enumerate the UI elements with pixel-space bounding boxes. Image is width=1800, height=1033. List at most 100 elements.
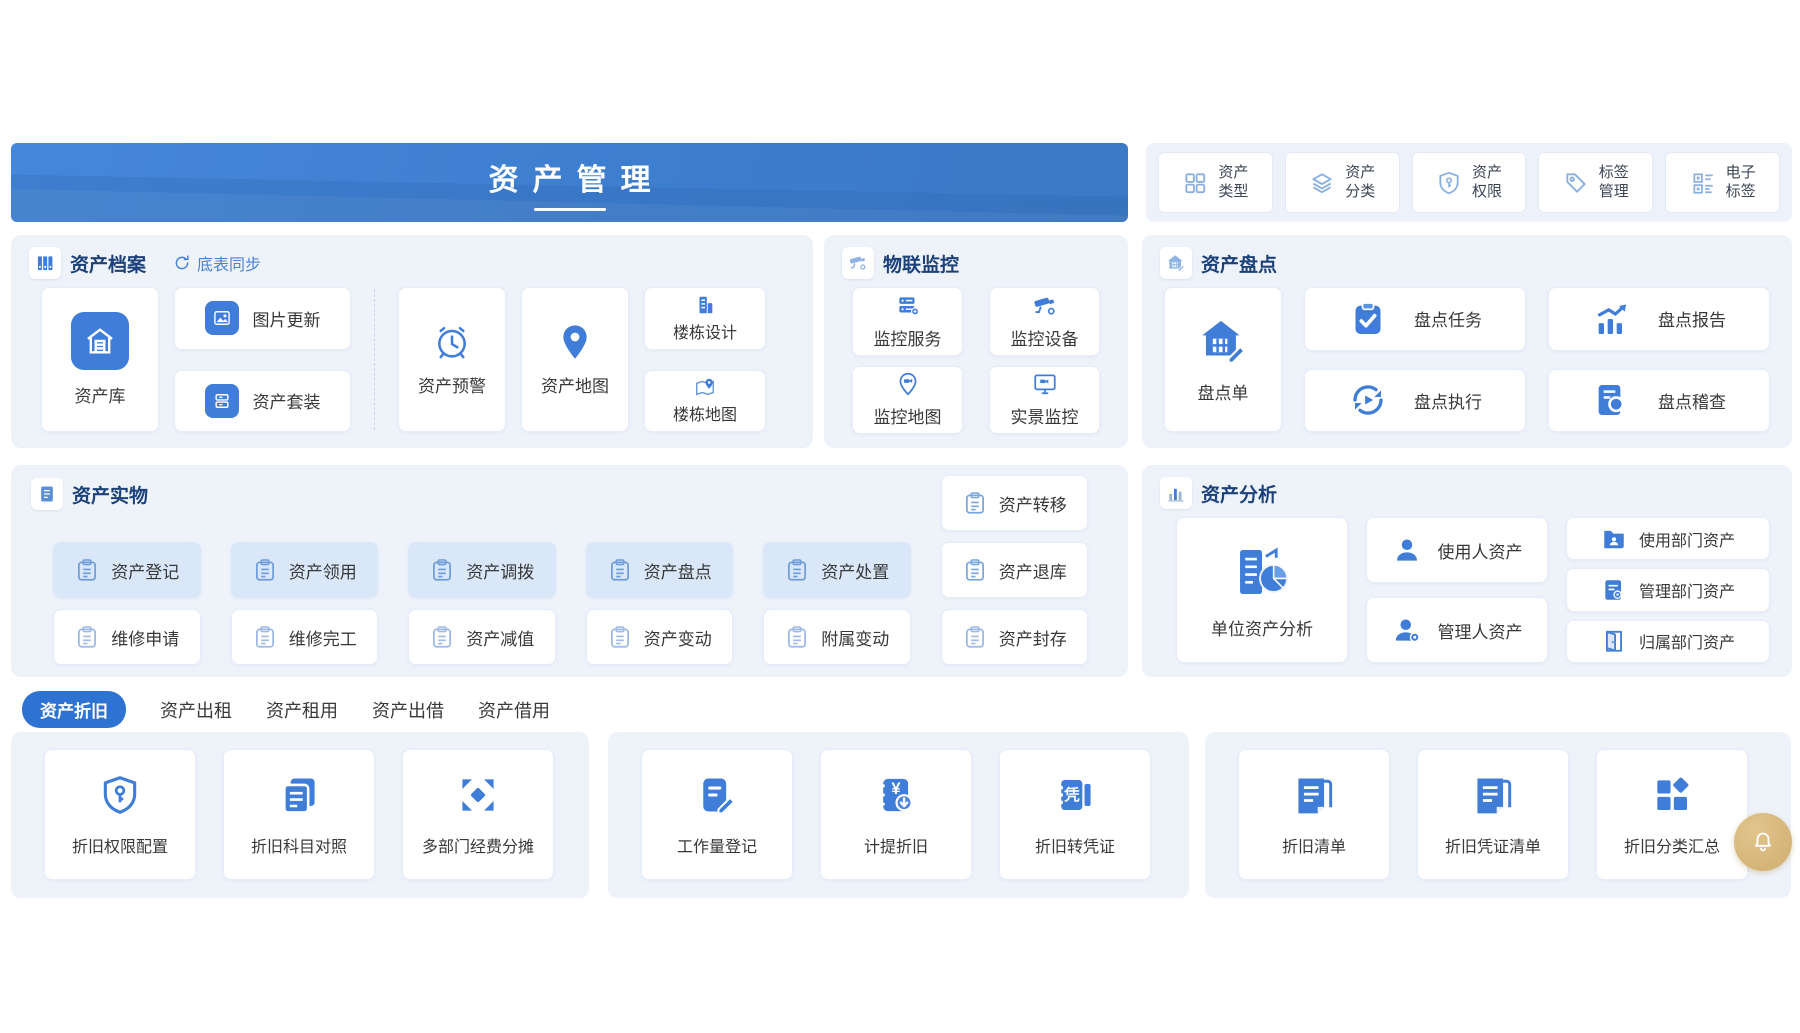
asset-permission-button[interactable]: 资产权限 [1412, 152, 1527, 213]
repair-done-card[interactable]: 维修完工 [231, 609, 379, 665]
workload-register-label: 工作量登记 [677, 833, 757, 857]
doc-gear-icon [1601, 577, 1627, 603]
building-design-card[interactable]: 楼栋设计 [644, 287, 766, 350]
asset-register-card[interactable]: 资产登记 [53, 542, 201, 598]
warehouse-icon [71, 312, 129, 370]
clipboard-icon [74, 557, 100, 583]
inventory-sheet-label: 盘点单 [1198, 379, 1249, 404]
monitor-map-card[interactable]: 监控地图 [852, 366, 963, 435]
tab-lend-out[interactable]: 资产出借 [372, 697, 444, 723]
asset-physical-panel: 资产实物 资产转移 资产登记 资产领用 资产调拨 资产盘点 资产处置 资产 [11, 465, 1128, 677]
accrue-depreciation-card[interactable]: ¥ 计提折旧 [820, 749, 972, 880]
asset-analysis-title: 资产分析 [1201, 480, 1277, 507]
repair-done-label: 维修完工 [289, 625, 357, 650]
accrue-depreciation-label: 计提折旧 [864, 833, 928, 857]
iot-monitor-title: 物联监控 [883, 250, 959, 277]
depreciation-list-card[interactable]: 折旧清单 [1238, 749, 1390, 880]
manage-dept-asset-card[interactable]: 管理部门资产 [1566, 568, 1770, 611]
inventory-task-label: 盘点任务 [1414, 306, 1482, 331]
voucher-list-card[interactable]: 折旧凭证清单 [1417, 749, 1569, 880]
asset-classify-button[interactable]: 资产分类 [1285, 152, 1400, 213]
monitor-service-card[interactable]: 监控服务 [852, 287, 963, 356]
asset-dispose-card[interactable]: 资产处置 [763, 542, 911, 598]
category-summary-card[interactable]: 折旧分类汇总 [1596, 749, 1748, 880]
user-icon [1392, 535, 1422, 565]
user-asset-label: 使用人资产 [1438, 538, 1523, 563]
asset-alert-card[interactable]: 资产预警 [398, 287, 506, 432]
repair-apply-card[interactable]: 维修申请 [53, 609, 201, 665]
user-asset-card[interactable]: 使用人资产 [1366, 517, 1548, 583]
live-monitor-card[interactable]: 实景监控 [989, 366, 1100, 435]
asset-transfer-card[interactable]: 资产转移 [941, 475, 1089, 531]
clipboard-icon [607, 624, 633, 650]
category-squares-icon [1650, 773, 1694, 817]
building-map-card[interactable]: 楼栋地图 [644, 370, 766, 433]
inventory-report-label: 盘点报告 [1658, 306, 1726, 331]
image-update-label: 图片更新 [253, 306, 321, 331]
asset-type-button[interactable]: 资产类型 [1158, 152, 1273, 213]
inventory-execute-card[interactable]: 盘点执行 [1304, 369, 1526, 433]
unit-analysis-card[interactable]: 单位资产分析 [1176, 517, 1348, 663]
tab-depreciation[interactable]: 资产折旧 [22, 691, 126, 728]
asset-receive-card[interactable]: 资产领用 [231, 542, 379, 598]
e-tag-button[interactable]: 电子标签 [1665, 152, 1780, 213]
asset-library-card[interactable]: 资产库 [41, 287, 159, 432]
asset-analysis-body: 单位资产分析 使用人资产 管理人资产 [1176, 517, 1770, 663]
tag-manage-button[interactable]: 标签管理 [1538, 152, 1653, 213]
depreciation-voucher-card[interactable]: 凭 折旧转凭证 [999, 749, 1151, 880]
tab-rent-out[interactable]: 资产出租 [160, 697, 232, 723]
iot-monitor-panel: 物联监控 监控服务 监控设备 监控地图 [824, 235, 1128, 448]
depreciation-permission-label: 折旧权限配置 [72, 833, 168, 857]
tab-rent-in[interactable]: 资产租用 [266, 697, 338, 723]
inventory-report-card[interactable]: 盘点报告 [1548, 287, 1770, 351]
notification-bell-button[interactable] [1734, 813, 1792, 871]
inventory-sheet-card[interactable]: 盘点单 [1164, 287, 1282, 432]
asset-change-card[interactable]: 资产变动 [586, 609, 734, 665]
asset-return-card[interactable]: 资产退库 [941, 542, 1089, 598]
asset-seal-card[interactable]: 资产封存 [941, 609, 1089, 665]
clipboard-icon [962, 624, 988, 650]
asset-archive-panel: 资产档案 底表同步 资产库 [11, 235, 813, 448]
table-sync-link[interactable]: 底表同步 [173, 251, 261, 275]
inventory-task-card[interactable]: 盘点任务 [1304, 287, 1526, 351]
user-gear-icon [1392, 615, 1422, 645]
asset-archive-header: 资产档案 底表同步 [29, 247, 261, 279]
workload-register-card[interactable]: 工作量登记 [641, 749, 793, 880]
image-update-card[interactable]: 图片更新 [174, 287, 351, 350]
asset-seal-label: 资产封存 [999, 625, 1067, 650]
asset-return-label: 资产退库 [999, 558, 1067, 583]
asset-library-label: 资产库 [75, 382, 126, 407]
building-map-icon [694, 376, 716, 398]
clipboard-icon [429, 557, 455, 583]
stacked-docs-icon [277, 773, 321, 817]
chart-arrow-icon [1592, 299, 1632, 339]
depreciation-permission-card[interactable]: 折旧权限配置 [44, 749, 196, 880]
asset-map-card[interactable]: 资产地图 [521, 287, 629, 432]
inventory-audit-card[interactable]: 盘点稽查 [1548, 369, 1770, 433]
clipboard-check-icon [1348, 299, 1388, 339]
tab-borrow[interactable]: 资产借用 [478, 697, 550, 723]
use-dept-asset-card[interactable]: 使用部门资产 [1566, 517, 1770, 560]
sync-play-icon [1348, 380, 1388, 420]
asset-kit-card[interactable]: 资产套装 [174, 370, 351, 433]
voucher-list-label: 折旧凭证清单 [1445, 833, 1541, 857]
asset-allocate-card[interactable]: 资产调拨 [408, 542, 556, 598]
depreciation-report-panel: 折旧清单 折旧凭证清单 折旧分类汇总 [1205, 732, 1791, 898]
asset-stocktake-card[interactable]: 资产盘点 [586, 542, 734, 598]
multi-dept-share-card[interactable]: 多部门经费分摊 [402, 749, 554, 880]
asset-inventory-body: 盘点单 盘点任务 盘点报告 [1164, 287, 1770, 432]
asset-impairment-card[interactable]: 资产减值 [408, 609, 556, 665]
monitor-device-card[interactable]: 监控设备 [989, 287, 1100, 356]
attachment-change-card[interactable]: 附属变动 [763, 609, 911, 665]
manager-asset-card[interactable]: 管理人资产 [1366, 597, 1548, 663]
depreciation-process-panel: 工作量登记 ¥ 计提折旧 凭 折旧转凭证 [608, 732, 1189, 898]
refresh-icon [173, 254, 191, 272]
manage-dept-asset-label: 管理部门资产 [1639, 578, 1735, 602]
belong-dept-asset-card[interactable]: 归属部门资产 [1566, 620, 1770, 663]
asset-inventory-title: 资产盘点 [1201, 250, 1277, 277]
doc-magnifier-icon [1592, 380, 1632, 420]
open-door-icon [1601, 628, 1627, 654]
building-design-label: 楼栋设计 [673, 319, 737, 343]
qr-code-icon [1690, 170, 1716, 196]
depreciation-subject-card[interactable]: 折旧科目对照 [223, 749, 375, 880]
